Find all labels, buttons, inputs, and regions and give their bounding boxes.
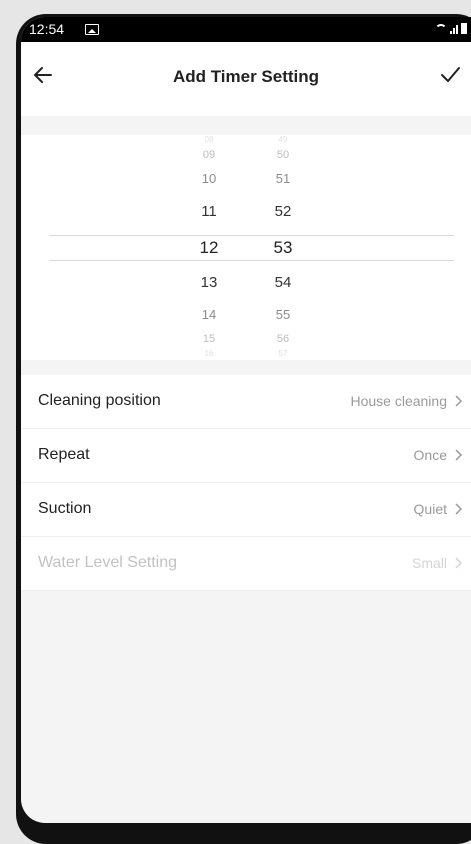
minute-option[interactable]: 54 bbox=[263, 274, 303, 291]
setting-label: Suction bbox=[38, 500, 92, 517]
hour-option[interactable]: 14 bbox=[189, 307, 229, 322]
hour-option[interactable]: 10 bbox=[189, 171, 229, 186]
battery-icon bbox=[461, 23, 467, 34]
minute-option[interactable]: 55 bbox=[263, 307, 303, 322]
hour-option[interactable]: 09 bbox=[189, 149, 229, 161]
confirm-button[interactable] bbox=[437, 62, 463, 88]
app-screen: 12:54 Add Timer Setting 08 09 10 11 12 1… bbox=[21, 17, 471, 823]
setting-row-cleaning-position[interactable]: Cleaning position House cleaning bbox=[21, 375, 471, 429]
minute-option[interactable]: 50 bbox=[263, 149, 303, 161]
setting-value: Small bbox=[411, 555, 447, 571]
setting-row-water-level: Water Level Setting Small bbox=[21, 537, 471, 591]
signal-icon bbox=[450, 25, 458, 34]
setting-value: Quiet bbox=[413, 501, 447, 517]
status-icons bbox=[435, 23, 467, 34]
hour-option[interactable]: 13 bbox=[189, 274, 229, 291]
setting-value: Once bbox=[413, 447, 447, 463]
setting-label: Water Level Setting bbox=[38, 554, 178, 571]
minute-option[interactable]: 57 bbox=[263, 349, 303, 358]
picker-top-divider bbox=[49, 235, 454, 236]
time-picker[interactable]: 08 09 10 11 12 13 14 15 16 49 50 51 52 5… bbox=[21, 135, 471, 360]
status-time: 12:54 bbox=[29, 21, 65, 37]
minute-option[interactable]: 56 bbox=[263, 333, 303, 345]
image-notification-icon bbox=[85, 24, 99, 35]
checkmark-icon bbox=[441, 67, 460, 82]
minute-option-selected[interactable]: 53 bbox=[263, 238, 303, 258]
settings-list: Cleaning position House cleaning Repeat … bbox=[21, 375, 471, 591]
chevron-right-icon bbox=[455, 503, 463, 515]
status-bar: 12:54 bbox=[21, 17, 471, 42]
hour-option-selected[interactable]: 12 bbox=[189, 238, 229, 258]
app-header: Add Timer Setting bbox=[21, 42, 471, 116]
minute-option[interactable]: 51 bbox=[263, 171, 303, 186]
wifi-icon bbox=[435, 24, 447, 34]
setting-value: House cleaning bbox=[350, 393, 447, 409]
hour-option[interactable]: 15 bbox=[189, 333, 229, 345]
device-frame: 12:54 Add Timer Setting 08 09 10 11 12 1… bbox=[0, 0, 471, 844]
setting-row-suction[interactable]: Suction Quiet bbox=[21, 483, 471, 537]
setting-label: Repeat bbox=[38, 446, 90, 463]
chevron-right-icon bbox=[455, 557, 463, 569]
minute-option[interactable]: 49 bbox=[263, 135, 303, 144]
picker-bottom-divider bbox=[49, 260, 454, 261]
setting-label: Cleaning position bbox=[38, 392, 161, 409]
page-title: Add Timer Setting bbox=[172, 67, 320, 86]
setting-row-repeat[interactable]: Repeat Once bbox=[21, 429, 471, 483]
chevron-right-icon bbox=[455, 449, 463, 461]
chevron-right-icon bbox=[455, 395, 463, 407]
hour-option[interactable]: 16 bbox=[189, 349, 229, 358]
hour-option[interactable]: 11 bbox=[189, 203, 229, 220]
hour-option[interactable]: 08 bbox=[189, 135, 229, 144]
minute-option[interactable]: 52 bbox=[263, 203, 303, 220]
